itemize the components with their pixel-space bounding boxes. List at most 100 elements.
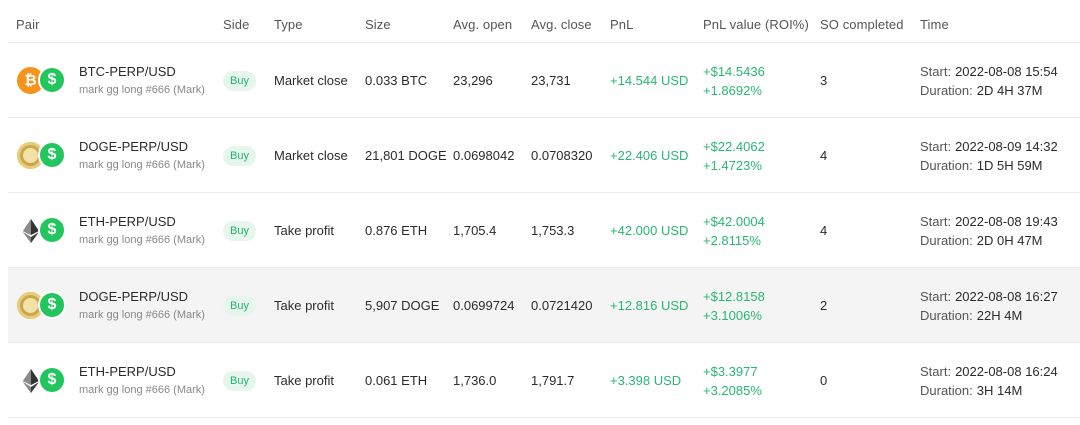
- avg-open-cell: 0.0698042: [453, 148, 515, 163]
- start-time: 2022-08-08 16:27: [955, 288, 1058, 304]
- dollar-coin-icon: $: [38, 291, 66, 319]
- start-label: Start:: [920, 363, 952, 379]
- type-cell: Market close: [274, 148, 348, 163]
- avg-open-cell: 1,736.0: [453, 373, 497, 388]
- pair-icons: $: [17, 141, 69, 170]
- pair-name[interactable]: ETH-PERP/USD: [79, 214, 176, 229]
- duration-line: Duration: 1D 5H 59M: [920, 156, 1043, 175]
- pair-icons: $: [17, 216, 69, 245]
- type-cell: Take profit: [274, 223, 334, 238]
- header-type[interactable]: Type: [274, 17, 303, 32]
- time-cell: Start: 2022-08-09 14:32 Duration: 1D 5H 59…: [920, 118, 1058, 193]
- duration-value: 22H 4M: [976, 307, 1023, 323]
- avg-close-cell: 0.0721420: [531, 298, 593, 313]
- table-body: ₿ $ BTC-PERP/USD mark gg long #666 (Mark…: [8, 43, 1080, 418]
- table-row[interactable]: $ DOGE-PERP/USD mark gg long #666 (Mark)…: [8, 118, 1080, 193]
- duration-value: 3H 14M: [976, 382, 1023, 398]
- pair-name[interactable]: DOGE-PERP/USD: [79, 289, 188, 304]
- duration-label: Duration:: [920, 232, 973, 248]
- pnl-cell: +14.544 USD: [610, 73, 689, 88]
- pnl-cell: +12.816 USD: [610, 298, 689, 313]
- duration-line: Duration: 2D 4H 37M: [920, 81, 1043, 100]
- bot-name[interactable]: mark gg long #666 (Mark): [79, 309, 205, 321]
- type-cell: Take profit: [274, 373, 334, 388]
- size-cell: 0.876 ETH: [365, 223, 428, 238]
- dollar-coin-icon: $: [38, 366, 66, 394]
- header-so-completed[interactable]: SO completed: [820, 17, 904, 32]
- avg-close-cell: 1,753.3: [531, 223, 575, 238]
- pnl-value-cell: +$3.3977 +3.2085%: [703, 343, 762, 418]
- table-row[interactable]: ₿ $ BTC-PERP/USD mark gg long #666 (Mark…: [8, 43, 1080, 118]
- start-line: Start: 2022-08-08 19:43: [920, 212, 1058, 231]
- pnl-value-cell: +$12.8158 +3.1006%: [703, 268, 765, 343]
- pnl-value: +$3.3977: [703, 363, 758, 379]
- pnl-value-cell: +$22.4062 +1.4723%: [703, 118, 765, 193]
- roi-value: +1.4723%: [703, 157, 762, 173]
- so-completed-cell: 4: [820, 148, 828, 163]
- duration-value: 1D 5H 59M: [976, 157, 1043, 173]
- size-cell: 5,907 DOGE: [365, 298, 440, 313]
- bot-name[interactable]: mark gg long #666 (Mark): [79, 84, 205, 96]
- side-cell: Buy: [223, 343, 256, 418]
- pair-name[interactable]: BTC-PERP/USD: [79, 64, 176, 79]
- roi-value: +2.8115%: [703, 232, 761, 248]
- duration-value: 2D 4H 37M: [976, 82, 1043, 98]
- time-cell: Start: 2022-08-08 16:27 Duration: 22H 4M: [920, 268, 1058, 343]
- pnl-cell: +3.398 USD: [610, 373, 682, 388]
- side-cell: Buy: [223, 268, 256, 343]
- pnl-value-cell: +$42.0004 +2.8115%: [703, 193, 765, 268]
- header-size[interactable]: Size: [365, 17, 391, 32]
- avg-close-cell: 0.0708320: [531, 148, 593, 163]
- pair-name[interactable]: ETH-PERP/USD: [79, 364, 176, 379]
- so-completed-cell: 3: [820, 73, 828, 88]
- header-avg-close[interactable]: Avg. close: [531, 17, 592, 32]
- size-cell: 21,801 DOGE: [365, 148, 447, 163]
- header-time[interactable]: Time: [920, 17, 949, 32]
- start-line: Start: 2022-08-08 16:27: [920, 287, 1058, 306]
- duration-label: Duration:: [920, 307, 973, 323]
- duration-label: Duration:: [920, 157, 973, 173]
- start-label: Start:: [920, 213, 952, 229]
- dollar-coin-icon: $: [38, 216, 66, 244]
- header-pair[interactable]: Pair: [16, 17, 40, 32]
- time-cell: Start: 2022-08-08 15:54 Duration: 2D 4H 37…: [920, 43, 1058, 118]
- start-time: 2022-08-09 14:32: [955, 138, 1058, 154]
- table-row[interactable]: $ DOGE-PERP/USD mark gg long #666 (Mark)…: [8, 268, 1080, 343]
- pnl-value: +$14.5436: [703, 63, 765, 79]
- side-badge: Buy: [223, 295, 256, 316]
- pair-name[interactable]: DOGE-PERP/USD: [79, 139, 188, 154]
- pnl-value: +$12.8158: [703, 288, 765, 304]
- bot-name[interactable]: mark gg long #666 (Mark): [79, 234, 205, 246]
- pair-icons: ₿ $: [17, 66, 69, 95]
- type-cell: Market close: [274, 73, 348, 88]
- header-avg-open[interactable]: Avg. open: [453, 17, 512, 32]
- side-cell: Buy: [223, 43, 256, 118]
- duration-line: Duration: 3H 14M: [920, 381, 1022, 400]
- pnl-value: +$22.4062: [703, 138, 765, 154]
- so-completed-cell: 4: [820, 223, 828, 238]
- start-label: Start:: [920, 138, 952, 154]
- pnl-value: +$42.0004: [703, 213, 765, 229]
- so-completed-cell: 0: [820, 373, 828, 388]
- table-row[interactable]: $ ETH-PERP/USD mark gg long #666 (Mark) …: [8, 193, 1080, 268]
- table-row[interactable]: $ ETH-PERP/USD mark gg long #666 (Mark) …: [8, 343, 1080, 418]
- header-pnl-value[interactable]: PnL value (ROI%): [703, 17, 809, 32]
- header-side[interactable]: Side: [223, 17, 249, 32]
- duration-label: Duration:: [920, 382, 973, 398]
- bot-name[interactable]: mark gg long #666 (Mark): [79, 384, 205, 396]
- duration-line: Duration: 2D 0H 47M: [920, 231, 1043, 250]
- start-line: Start: 2022-08-08 16:24: [920, 362, 1058, 381]
- size-cell: 0.033 BTC: [365, 73, 428, 88]
- avg-open-cell: 0.0699724: [453, 298, 515, 313]
- pnl-cell: +22.406 USD: [610, 148, 689, 163]
- table-header: Pair Side Type Size Avg. open Avg. close…: [8, 0, 1080, 43]
- deals-table: Pair Side Type Size Avg. open Avg. close…: [8, 0, 1080, 418]
- bot-name[interactable]: mark gg long #666 (Mark): [79, 159, 205, 171]
- pnl-value-cell: +$14.5436 +1.8692%: [703, 43, 765, 118]
- duration-line: Duration: 22H 4M: [920, 306, 1022, 325]
- time-cell: Start: 2022-08-08 16:24 Duration: 3H 14M: [920, 343, 1058, 418]
- side-badge: Buy: [223, 220, 256, 241]
- pnl-cell: +42.000 USD: [610, 223, 689, 238]
- header-pnl[interactable]: PnL: [610, 17, 633, 32]
- roi-value: +3.2085%: [703, 382, 762, 398]
